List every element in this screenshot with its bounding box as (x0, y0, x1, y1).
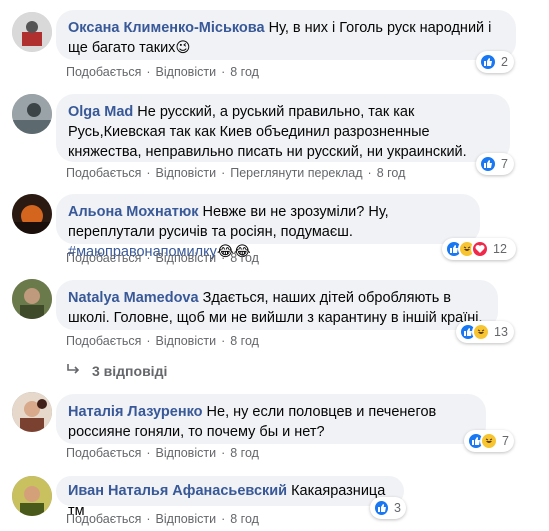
comment-actions: Подобається · Відповісти · 8 год (66, 251, 259, 265)
avatar[interactable] (12, 279, 52, 319)
comment-actions: Подобається · Відповісти · Переглянути перек… (66, 166, 406, 180)
comment-author[interactable]: Иван Наталья Афанасьевский (68, 483, 287, 499)
comment-actions: Подобається · Відповісти · 8 год (66, 65, 259, 79)
comment-author[interactable]: Альона Мохнатюк (68, 204, 199, 220)
timestamp[interactable]: 8 год (377, 166, 406, 180)
reaction-summary[interactable]: 7 (464, 430, 514, 452)
timestamp[interactable]: 8 год (230, 334, 259, 348)
reply-button[interactable]: Відповісти (156, 166, 217, 180)
reaction-summary[interactable]: 3 (370, 497, 406, 519)
replies-count: 3 відповіді (92, 363, 168, 379)
avatar[interactable] (12, 476, 52, 516)
comment-bubble: Olga Mad Не русский, а руський правильно,… (56, 94, 510, 162)
like-icon (479, 53, 497, 71)
like-icon (373, 499, 391, 517)
reply-button[interactable]: Відповісти (156, 512, 217, 526)
comment-bubble: Наталія Лазуренко Не, ну если половцев и … (56, 394, 486, 444)
reaction-summary[interactable]: 13 (456, 321, 514, 343)
like-button[interactable]: Подобається (66, 65, 141, 79)
timestamp[interactable]: 8 год (230, 512, 259, 526)
haha-icon (472, 323, 490, 341)
reply-arrow-icon (66, 363, 80, 379)
reaction-count: 2 (501, 55, 508, 69)
like-button[interactable]: Подобається (66, 446, 141, 460)
reaction-count: 7 (501, 157, 508, 171)
comment-actions: Подобається · Відповісти · 8 год (66, 446, 259, 460)
reply-button[interactable]: Відповісти (156, 251, 217, 265)
avatar[interactable] (12, 392, 52, 432)
reply-button[interactable]: Відповісти (156, 65, 217, 79)
reaction-summary[interactable]: 2 (476, 51, 514, 73)
comment-author[interactable]: Наталія Лазуренко (68, 404, 203, 420)
comment-author[interactable]: Оксана Клименко-Міськова (68, 20, 265, 36)
avatar[interactable] (12, 12, 52, 52)
reaction-count: 7 (502, 434, 509, 448)
comment-author[interactable]: Olga Mad (68, 104, 133, 120)
like-button[interactable]: Подобається (66, 512, 141, 526)
comment-actions: Подобається · Відповісти · 8 год (66, 512, 259, 526)
reaction-count: 12 (493, 242, 507, 256)
reply-button[interactable]: Відповісти (156, 334, 217, 348)
like-icon (479, 155, 497, 173)
comment-bubble: Оксана Клименко-Міськова Ну, в них і Гого… (56, 10, 516, 60)
view-replies-link[interactable]: 3 відповіді (66, 363, 167, 379)
comment-bubble: Natalya Mamedova Здається, наших дітей об… (56, 280, 498, 330)
translate-button[interactable]: Переглянути переклад (230, 166, 362, 180)
like-button[interactable]: Подобається (66, 334, 141, 348)
timestamp[interactable]: 8 год (230, 251, 259, 265)
comment-bubble: Альона Мохнатюк Невже ви не зрозуміли? Ну… (56, 194, 480, 260)
reaction-summary[interactable]: 12 (442, 238, 516, 260)
comment-bubble: Иван Наталья Афанасьевский Какаяразница т… (56, 476, 404, 519)
haha-icon (480, 432, 498, 450)
reaction-count: 13 (494, 325, 508, 339)
reaction-summary[interactable]: 7 (476, 153, 514, 175)
like-button[interactable]: Подобається (66, 251, 141, 265)
comment-author[interactable]: Natalya Mamedova (68, 290, 199, 306)
comment-actions: Подобається · Відповісти · 8 год (66, 334, 259, 348)
timestamp[interactable]: 8 год (230, 446, 259, 460)
timestamp[interactable]: 8 год (230, 65, 259, 79)
love-icon (471, 240, 489, 258)
avatar[interactable] (12, 194, 52, 234)
avatar[interactable] (12, 94, 52, 134)
reply-button[interactable]: Відповісти (156, 446, 217, 460)
reaction-count: 3 (394, 501, 401, 515)
like-button[interactable]: Подобається (66, 166, 141, 180)
